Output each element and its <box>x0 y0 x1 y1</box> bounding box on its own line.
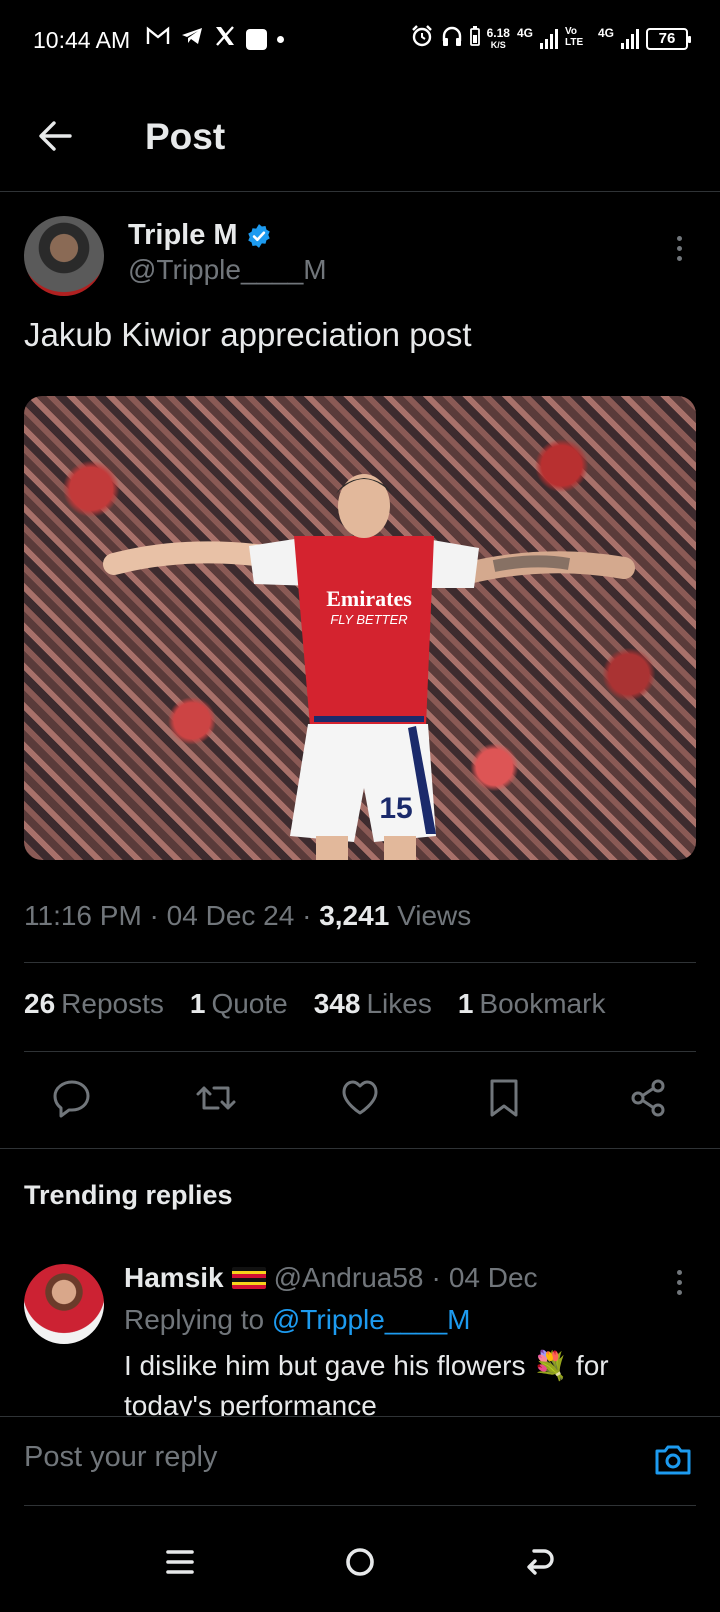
share-button[interactable] <box>626 1076 670 1120</box>
bookmark-button[interactable] <box>482 1076 526 1120</box>
home-button[interactable] <box>340 1542 380 1582</box>
divider <box>0 1148 720 1149</box>
headphones-icon <box>441 25 463 52</box>
status-time: 10:44 AM <box>33 27 131 53</box>
share-icon <box>631 1079 665 1117</box>
battery-saver-icon <box>469 26 480 51</box>
camera-button[interactable] <box>652 1439 694 1481</box>
divider <box>24 962 696 963</box>
reply-author-handle[interactable]: @Andrua58 <box>274 1262 424 1294</box>
arrow-left-icon <box>39 121 72 151</box>
menu-icon <box>166 1550 194 1574</box>
repost-icon <box>196 1086 236 1110</box>
post-image[interactable]: Emirates FLY BETTER 15 <box>24 396 696 860</box>
reply-more-button[interactable] <box>669 1262 689 1302</box>
battery-indicator: 76 <box>646 27 691 50</box>
post-stats: 26 Reposts 1 Quote 348 Likes 1 Bookmark <box>24 988 605 1020</box>
back-arrow-icon <box>527 1549 554 1575</box>
uganda-flag-icon <box>231 1267 266 1289</box>
trending-replies-title[interactable]: Trending replies <box>24 1180 233 1211</box>
system-nav-bar <box>0 1512 720 1612</box>
post-meta: 11:16 PM · 04 Dec 24 · 3,241 Views <box>24 900 472 931</box>
alarm-icon <box>410 24 434 53</box>
post-date: 04 Dec 24 <box>166 900 295 931</box>
back-button[interactable] <box>34 114 78 158</box>
reply-icon <box>53 1080 90 1118</box>
signal-icon-2 <box>621 28 639 49</box>
quotes-stat[interactable]: 1 Quote <box>190 988 288 1020</box>
gmail-icon <box>146 26 170 53</box>
reposts-stat[interactable]: 26 Reposts <box>24 988 164 1020</box>
notification-icons <box>146 26 284 53</box>
net-speed: 6.18 K/S <box>486 25 510 50</box>
page-title: Post <box>145 116 226 157</box>
likes-stat[interactable]: 348 Likes <box>314 988 432 1020</box>
system-icons: 6.18 K/S 4G Vo LTE 4G 76 <box>410 24 691 53</box>
shorts-number-text: 15 <box>379 792 412 825</box>
verified-badge-icon <box>247 223 270 248</box>
post-time: 11:16 PM <box>24 900 142 931</box>
dot-icon <box>277 36 284 43</box>
divider <box>24 1051 696 1052</box>
post-actions <box>0 1076 720 1126</box>
network-type-2: 4G <box>597 26 614 40</box>
author-avatar[interactable] <box>24 216 104 296</box>
views-label: Views <box>397 900 472 931</box>
bookmarks-stat[interactable]: 1 Bookmark <box>458 988 606 1020</box>
recent-apps-button[interactable] <box>160 1542 200 1582</box>
camera-icon <box>655 1445 691 1475</box>
reply-composer: Post your reply <box>0 1416 720 1506</box>
status-bar: 10:44 AM 6.18 K/S 4G Vo LTE 4G 76 <box>0 0 720 80</box>
reply-avatar[interactable] <box>24 1264 104 1344</box>
replying-to-mention[interactable]: @Tripple____M <box>272 1304 471 1335</box>
volte-label: Vo LTE <box>564 26 584 48</box>
author-name: Triple M <box>128 219 238 251</box>
reply-date: 04 Dec <box>448 1262 538 1293</box>
heart-icon <box>342 1080 378 1115</box>
shirt-sponsor-text: Emirates <box>326 586 412 611</box>
reply-input[interactable]: Post your reply <box>24 1441 217 1474</box>
shirt-tagline-text: FLY BETTER <box>330 612 407 627</box>
divider <box>24 1505 696 1506</box>
repost-button[interactable] <box>194 1076 238 1120</box>
home-circle-icon <box>346 1548 374 1576</box>
back-nav-button[interactable] <box>520 1542 560 1582</box>
top-app-bar: Post <box>0 100 720 192</box>
signal-icon <box>539 28 558 49</box>
telegram-icon <box>180 26 204 53</box>
post-more-button[interactable] <box>669 228 689 268</box>
reply-button[interactable] <box>50 1076 94 1120</box>
views-count: 3,241 <box>319 900 390 931</box>
x-icon <box>214 26 236 53</box>
app-icon <box>246 29 267 50</box>
replying-to: Replying to @Tripple____M <box>124 1304 471 1335</box>
reply-author-name[interactable]: Hamsik <box>124 1262 224 1294</box>
like-button[interactable] <box>338 1076 382 1120</box>
network-type-1: 4G <box>516 26 533 40</box>
post-text: Jakub Kiwior appreciation post <box>24 316 472 353</box>
bookmark-icon <box>490 1079 518 1117</box>
reply-text: I dislike him but gave his flowers 💐 for… <box>124 1350 609 1418</box>
reply-header: Hamsik @Andrua58 · 04 Dec <box>124 1262 538 1294</box>
author-handle[interactable]: @Tripple____M <box>128 254 327 286</box>
player-illustration: Emirates FLY BETTER 15 <box>103 474 635 860</box>
author-name-row[interactable]: Triple M <box>128 219 272 252</box>
